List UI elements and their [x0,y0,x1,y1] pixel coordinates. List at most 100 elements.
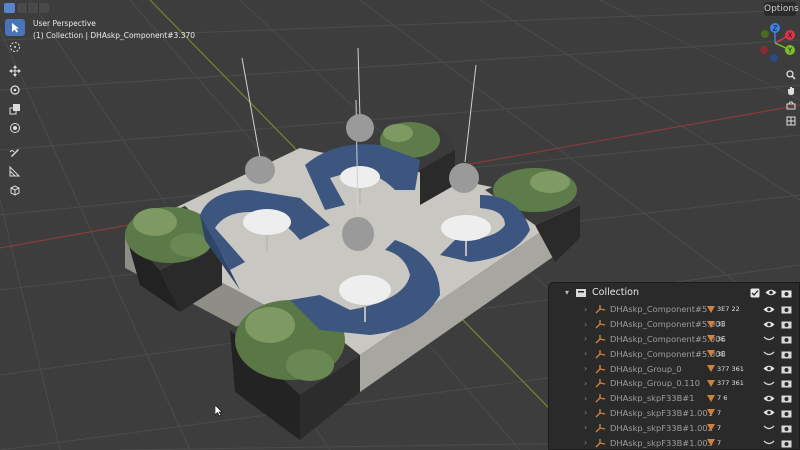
outliner-row[interactable]: › DHAskp_skpF33B#1.001 7 [549,406,799,421]
pan-button[interactable] [784,84,798,98]
eye-icon[interactable] [763,364,775,374]
move-icon [9,64,21,77]
eye-icon[interactable] [763,319,775,329]
camera-icon[interactable] [780,378,792,388]
camera-icon[interactable] [780,393,792,403]
ruler-icon [9,165,21,176]
eye-icon[interactable] [765,288,777,297]
outliner-row[interactable]: › DHAskp_Group_0.110 377 361 [549,376,799,391]
cursor-tool-button[interactable] [5,38,25,55]
select-tool-button[interactable] [5,19,25,36]
pencil-icon [9,148,19,157]
mesh-icon [707,305,715,313]
camera-icon[interactable] [780,349,792,359]
measure-tool-button[interactable] [5,162,25,179]
object-name[interactable]: DHAskp_Group_0 [610,364,682,374]
eye-closed-icon[interactable] [763,334,775,344]
transform-icon [10,122,20,133]
mode-icon[interactable] [28,3,39,13]
mesh-icon [707,350,715,358]
chevron-down-icon[interactable]: ▾ [565,288,569,297]
child-count: 377 361 [707,379,744,387]
object-name[interactable]: DHAskp_skpF33B#1 [610,393,695,403]
gizmo-z-label: Z [773,25,778,33]
chevron-right-icon[interactable]: › [584,408,587,417]
chevron-right-icon[interactable]: › [584,423,587,432]
outliner-row[interactable]: › DHAskp_Component#5.008 3E [549,346,799,361]
chevron-right-icon[interactable]: › [584,438,587,447]
camera-icon[interactable] [780,438,792,448]
viewport-header: Options▾ [0,0,800,16]
object-name[interactable]: DHAskp_skpF33B#1.001 [610,408,713,418]
options-label[interactable]: Options [764,4,799,14]
mode-icon[interactable] [39,3,49,13]
outliner-row[interactable]: › DHAskp_skpF33B#1.002 7 [549,420,799,435]
chevron-right-icon[interactable]: › [584,334,587,343]
rotate-icon [10,84,20,95]
child-count-text: 3E [717,334,726,343]
outliner-row[interactable]: › DHAskp_skpF33B#1 7 6 [549,391,799,406]
chevron-right-icon[interactable]: › [584,394,587,403]
select-mode-button[interactable] [4,3,15,13]
chevron-right-icon[interactable]: › [584,305,587,314]
mesh-icon [707,409,715,417]
eye-closed-icon[interactable] [763,349,775,359]
outliner-panel[interactable]: ▾ Collection › DHAskp_Component#5 3E7 22 › D… [548,282,800,450]
camera-icon[interactable] [780,334,792,344]
chevron-right-icon[interactable]: › [584,320,587,329]
scale-tool-button[interactable] [5,100,25,117]
eye-icon[interactable] [763,304,775,314]
outliner-row[interactable]: › DHAskp_skpF33B#1.003 7 [549,435,799,449]
selection-modes[interactable] [17,3,49,13]
zoom-button[interactable] [784,68,798,82]
empty-object-icon [595,438,607,448]
options-dropdown[interactable]: Options▾ [764,2,799,16]
chevron-right-icon[interactable]: › [584,349,587,358]
eye-closed-icon[interactable] [763,438,775,448]
object-name[interactable]: DHAskp_Group_0.110 [610,378,700,388]
camera-icon[interactable] [780,304,792,314]
outliner-row[interactable]: › DHAskp_Group_0 377 361 [549,361,799,376]
add-cube-tool-button[interactable] [5,181,25,198]
outliner-row[interactable]: › DHAskp_Component#5.003 3E [549,317,799,332]
mesh-icon [707,379,715,387]
camera-icon[interactable] [780,319,792,329]
child-count-text: 7 [717,408,722,417]
checkbox-icon[interactable] [750,288,760,298]
camera-icon[interactable] [780,364,792,374]
camera-icon[interactable] [780,423,792,433]
outliner-row[interactable]: › DHAskp_Component#5.006 3E [549,332,799,347]
eye-icon[interactable] [763,393,775,403]
mesh-icon [707,394,715,402]
outliner-row[interactable]: › DHAskp_Component#5 3E7 22 [549,302,799,317]
annotate-tool-button[interactable] [5,143,25,160]
camera-icon [786,101,796,110]
child-count: 7 [707,439,721,447]
child-count-text: 3E [717,320,726,329]
chevron-right-icon[interactable]: › [584,379,587,388]
perspective-toggle-button[interactable] [784,114,798,128]
hand-icon [788,87,794,95]
eye-icon[interactable] [763,408,775,418]
child-count-text: 7 [717,438,722,447]
object-name[interactable]: DHAskp_skpF33B#1.002 [610,423,713,433]
context-line: (1) Collection | DHAskp_Component#3.370 [33,31,196,40]
collection-label[interactable]: Collection [592,287,639,298]
object-name[interactable]: DHAskp_skpF33B#1.003 [610,438,713,448]
object-name[interactable]: DHAskp_Component#5 [610,304,707,314]
rotate-tool-button[interactable] [5,81,25,98]
cube-add-icon [10,184,20,196]
magnifier-icon [786,70,796,80]
collection-row[interactable]: ▾ Collection [549,283,799,302]
transform-tool-button[interactable] [5,119,25,136]
camera-view-button[interactable] [784,99,798,113]
navigation-gizmo[interactable]: Z X Y [752,20,798,66]
chevron-right-icon[interactable]: › [584,364,587,373]
camera-icon[interactable] [780,408,792,418]
move-tool-button[interactable] [5,62,25,79]
camera-icon[interactable] [781,288,792,298]
eye-closed-icon[interactable] [763,423,775,433]
eye-closed-icon[interactable] [763,378,775,388]
mode-icon[interactable] [17,3,28,13]
child-count-text: 3E [717,349,726,358]
